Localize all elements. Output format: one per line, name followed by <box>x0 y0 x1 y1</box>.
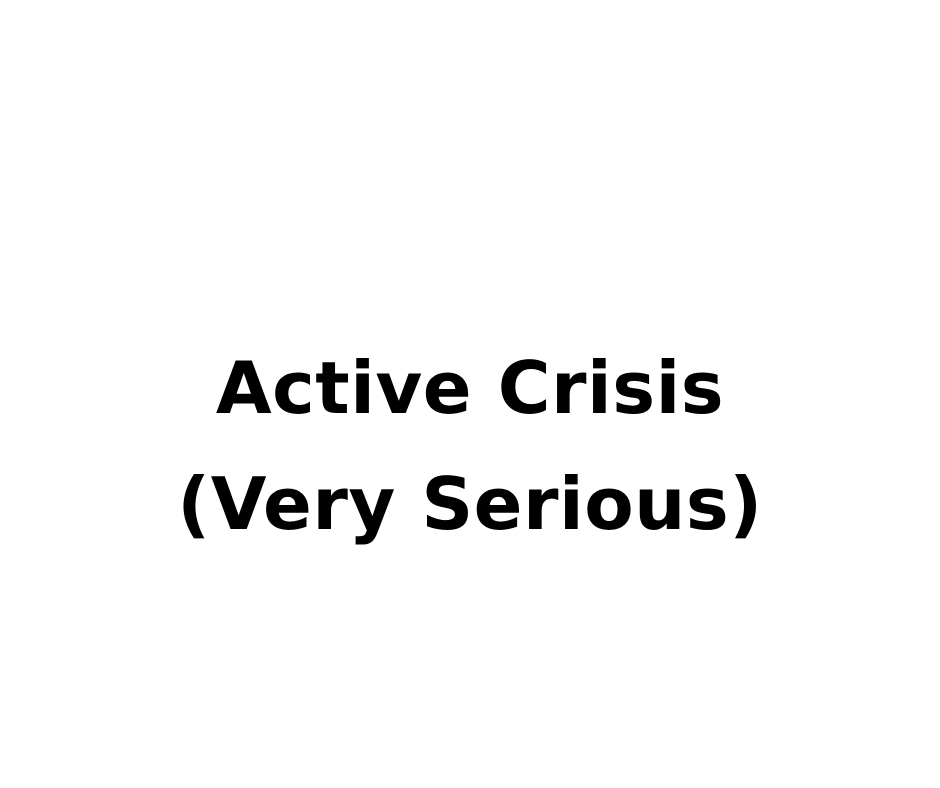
heading-line-2: (Very Serious) <box>177 462 763 546</box>
heading: Active Crisis (Very Serious) <box>0 330 940 562</box>
canvas: Active Crisis (Very Serious) <box>0 0 940 788</box>
heading-line-1: Active Crisis <box>215 346 725 430</box>
